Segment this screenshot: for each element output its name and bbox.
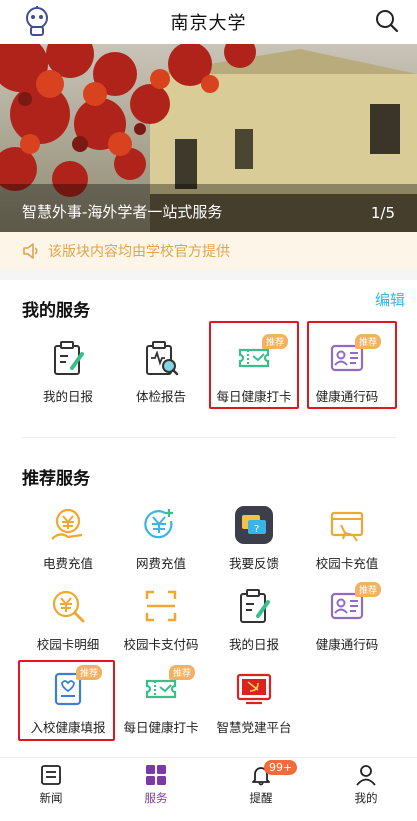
highlight-box <box>18 660 115 741</box>
checkup-report-icon <box>146 341 179 376</box>
electricity-recharge-icon <box>51 508 83 540</box>
service-label: 每日健康打卡 <box>123 720 199 735</box>
service-party-building[interactable]: 智慧党建平台 <box>209 669 299 741</box>
banner-carousel[interactable]: 智慧外事-海外学者一站式服务 1/5 <box>0 44 417 232</box>
campus-card-paycode-icon <box>145 590 177 622</box>
service-label: 校园卡明细 <box>36 637 100 652</box>
service-feedback[interactable]: ? 我要反馈 <box>209 505 299 577</box>
my-services-title: 我的服务 <box>22 301 90 321</box>
service-label: 体检报告 <box>135 389 186 404</box>
mascot-avatar-icon[interactable] <box>22 6 52 38</box>
service-campus-card-detail[interactable]: 校园卡明细 <box>23 586 113 658</box>
profile-icon <box>356 765 376 786</box>
daily-report-icon <box>54 341 84 375</box>
service-label: 校园卡充值 <box>315 556 379 571</box>
section-gap <box>0 270 417 280</box>
service-electricity-recharge[interactable]: 电费充值 <box>23 505 113 577</box>
campus-card-recharge-icon <box>330 511 364 542</box>
service-health-pass-2[interactable]: 推荐 健康通行码 <box>302 582 392 658</box>
service-label: 健康通行码 <box>315 637 379 652</box>
nav-label: 服务 <box>144 791 168 805</box>
highlight-box <box>307 321 397 409</box>
nav-label: 新闻 <box>39 791 63 805</box>
recommended-services-title: 推荐服务 <box>22 469 90 489</box>
notice-text: 该版块内容均由学校官方提供 <box>48 244 230 260</box>
banner-caption: 智慧外事-海外学者一站式服务 <box>22 203 223 221</box>
nav-reminders[interactable]: 99+ 提醒 <box>226 760 298 806</box>
service-label: 智慧党建平台 <box>216 720 292 735</box>
speaker-icon <box>23 243 38 259</box>
search-icon[interactable] <box>375 9 399 33</box>
notice-bar: 该版块内容均由学校官方提供 <box>0 232 417 270</box>
nav-profile[interactable]: 我的 <box>331 764 401 806</box>
news-icon <box>41 765 61 785</box>
service-label: 校园卡支付码 <box>123 637 199 652</box>
feedback-icon: ? <box>235 506 273 544</box>
daily-report-icon <box>240 589 270 623</box>
service-campus-card-paycode[interactable]: 校园卡支付码 <box>116 586 206 658</box>
service-daily-report[interactable]: 我的日报 <box>23 338 113 410</box>
nav-label: 提醒 <box>249 791 273 805</box>
section-divider <box>22 437 396 438</box>
service-label: 我要反馈 <box>228 556 279 571</box>
service-label: 电费充值 <box>42 556 93 571</box>
recommend-badge: 推荐 <box>168 665 195 680</box>
service-network-recharge[interactable]: 网费充值 <box>116 505 206 577</box>
service-health-checkin-2[interactable]: 推荐 每日健康打卡 <box>116 665 206 741</box>
party-building-icon <box>236 673 272 705</box>
services-icon <box>146 765 166 785</box>
service-checkup-report[interactable]: 体检报告 <box>116 338 206 410</box>
edit-link[interactable]: 编辑 <box>375 289 405 310</box>
svg-text:?: ? <box>254 524 259 535</box>
notification-count-badge: 99+ <box>264 760 298 775</box>
nav-services[interactable]: 服务 <box>121 764 191 806</box>
nav-news[interactable]: 新闻 <box>16 764 86 806</box>
service-label: 我的日报 <box>42 389 93 404</box>
service-label: 我的日报 <box>228 637 279 652</box>
network-recharge-icon <box>144 509 173 539</box>
nav-label: 我的 <box>354 791 378 805</box>
page-title: 南京大学 <box>170 13 247 34</box>
service-campus-card-recharge[interactable]: 校园卡充值 <box>302 505 392 577</box>
banner-pager: 1/5 <box>370 204 395 222</box>
highlight-box <box>209 321 299 409</box>
campus-card-detail-icon <box>52 590 85 623</box>
bottom-nav: 新闻 服务 99+ 提醒 我的 <box>0 757 417 821</box>
service-daily-report-2[interactable]: 我的日报 <box>209 586 299 658</box>
service-label: 网费充值 <box>135 556 186 571</box>
recommend-badge: 推荐 <box>354 582 381 597</box>
app-header: 南京大学 <box>0 0 417 44</box>
